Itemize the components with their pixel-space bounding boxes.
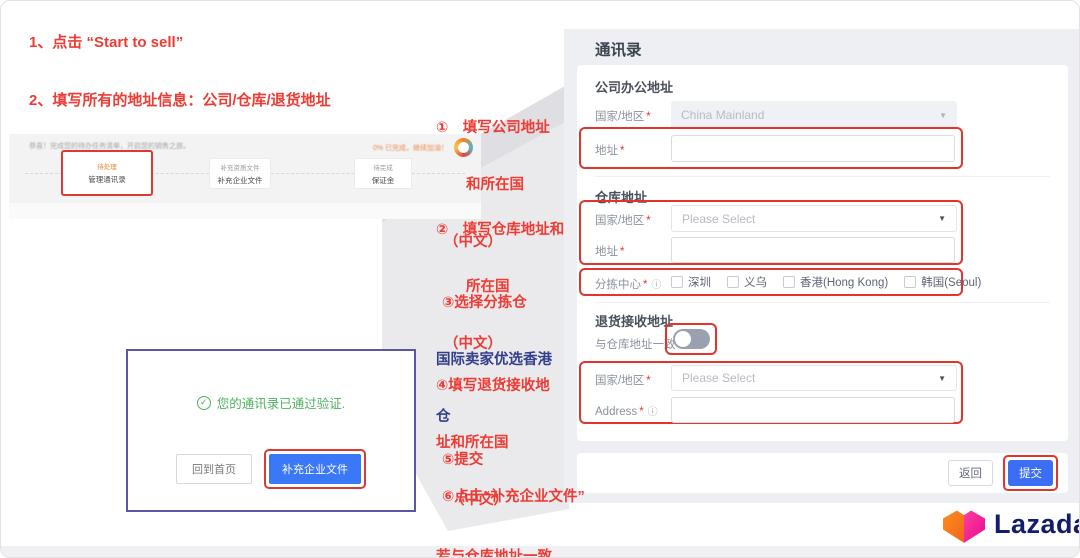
chevron-down-icon: ▼ <box>938 374 946 383</box>
return-address-input[interactable] <box>671 397 955 423</box>
screenshot-card-tag: 补充资质文件 <box>221 162 260 172</box>
chevron-down-icon: ▼ <box>938 214 946 223</box>
same-as-warehouse-label: 与仓库地址一致 <box>595 336 676 352</box>
verification-message-row: ✓ 您的通讯录已通过验证. <box>128 393 414 412</box>
annotation-step-6: ⑥点击“补充企业文件” <box>436 488 585 507</box>
lazada-logo: Lazada <box>943 505 1080 543</box>
tutorial-slide: 1、点击 “Start to sell” 2、填写所有的地址信息：公司/仓库/退… <box>0 0 1080 558</box>
office-country-select[interactable]: China Mainland ▼ <box>671 101 957 129</box>
back-home-button[interactable]: 回到首页 <box>176 454 252 484</box>
screenshot-card-documents: 补充资质文件 补充企业文件 <box>209 158 271 189</box>
same-address-toggle[interactable] <box>673 329 710 349</box>
screenshot-card-address-book: 待处理 管理通讯录 <box>61 150 153 196</box>
submit-button[interactable]: 提交 <box>1008 460 1053 486</box>
required-mark: * <box>620 246 624 258</box>
onboarding-screenshot: 恭喜！完成您的待办任务清单，开启您的销售之旅。 0% 已完成，继续加油！ 待处理… <box>9 134 481 219</box>
warehouse-country-select[interactable]: Please Select ▼ <box>671 205 957 232</box>
sorting-option-seoul[interactable]: 韩国(Seoul) <box>904 274 981 290</box>
instruction-step-1: 1、点击 “Start to sell” <box>29 31 183 52</box>
sorting-center-label: 分拣中心*ⓘ <box>595 276 661 292</box>
office-address-input[interactable] <box>671 135 955 162</box>
checkbox[interactable] <box>904 276 916 288</box>
section-title-office: 公司办公地址 <box>595 77 673 96</box>
checkbox-label: 韩国(Seoul) <box>921 274 981 290</box>
sorting-option-shenzhen[interactable]: 深圳 <box>671 274 711 290</box>
section-divider <box>595 302 1050 303</box>
checkbox[interactable] <box>727 276 739 288</box>
office-country-value: China Mainland <box>681 108 764 122</box>
warehouse-country-placeholder: Please Select <box>682 212 755 226</box>
address-form-card: 公司办公地址 国家/地区* China Mainland ▼ 地址* 仓库地址 … <box>577 65 1068 441</box>
checkbox[interactable] <box>671 276 683 288</box>
warehouse-address-input[interactable] <box>671 237 955 263</box>
return-country-placeholder: Please Select <box>682 371 755 385</box>
address-book-panel: 通讯录 公司办公地址 国家/地区* China Mainland ▼ 地址* 仓… <box>564 29 1080 503</box>
required-mark: * <box>646 375 650 387</box>
highlight-box-modal-primary: 补充企业文件 <box>264 449 366 489</box>
info-icon: ⓘ <box>651 280 661 291</box>
checkbox-label: 义乌 <box>744 274 767 290</box>
required-mark: * <box>643 279 647 291</box>
info-icon: ⓘ <box>648 407 658 418</box>
checkbox-label: 深圳 <box>688 274 711 290</box>
screenshot-card-label: 补充企业文件 <box>218 175 263 186</box>
warehouse-country-label: 国家/地区* <box>595 212 651 228</box>
return-button[interactable]: 返回 <box>948 460 993 486</box>
verification-modal: ✓ 您的通讯录已通过验证. 回到首页 补充企业文件 <box>126 349 416 512</box>
annotation-step-5: ⑤提交 <box>436 451 483 470</box>
warehouse-address-label: 地址* <box>595 243 624 259</box>
return-address-label: Address*ⓘ <box>595 403 658 418</box>
screenshot-card-label: 管理通讯录 <box>88 174 126 185</box>
required-mark: * <box>620 145 624 157</box>
instruction-step-2: 2、填写所有的地址信息：公司/仓库/退货地址 <box>29 89 331 110</box>
highlight-box-submit: 提交 <box>1003 455 1058 491</box>
return-country-select[interactable]: Please Select ▼ <box>671 365 957 391</box>
supplement-documents-button[interactable]: 补充企业文件 <box>269 454 361 484</box>
screenshot-card-deposit: 待完成 保证金 <box>354 158 412 189</box>
office-country-label: 国家/地区* <box>595 108 651 124</box>
checkbox-label: 香港(Hong Kong) <box>800 274 888 290</box>
check-circle-icon: ✓ <box>197 396 211 410</box>
verification-message: 您的通讯录已通过验证. <box>217 393 345 412</box>
screenshot-card-tag: 待完成 <box>373 162 393 172</box>
screenshot-bottom-band <box>9 203 481 219</box>
annotation-step-4: ④填写退货接收地 址和所在国 （中文） 若与仓库地址一致 ，可勾选 <box>436 339 552 558</box>
return-country-label: 国家/地区* <box>595 372 651 388</box>
sorting-center-options: 深圳 义乌 香港(Hong Kong) 韩国(Seoul) <box>671 274 981 290</box>
lazada-heart-icon <box>943 505 985 543</box>
checkbox[interactable] <box>783 276 795 288</box>
form-footer-bar: 返回 提交 <box>577 453 1068 493</box>
lazada-wordmark: Lazada <box>994 509 1080 540</box>
required-mark: * <box>646 111 650 123</box>
sorting-option-hongkong[interactable]: 香港(Hong Kong) <box>783 274 888 290</box>
section-divider <box>595 176 1050 177</box>
screenshot-card-label: 保证金 <box>372 175 395 186</box>
section-title-return: 退货接收地址 <box>595 311 673 330</box>
panel-title: 通讯录 <box>595 38 642 60</box>
chevron-down-icon: ▼ <box>939 111 947 120</box>
screenshot-card-tag: 待处理 <box>97 161 117 171</box>
required-mark: * <box>646 215 650 227</box>
office-address-label: 地址* <box>595 142 624 158</box>
required-mark: * <box>639 406 643 418</box>
sorting-option-yiwu[interactable]: 义乌 <box>727 274 767 290</box>
